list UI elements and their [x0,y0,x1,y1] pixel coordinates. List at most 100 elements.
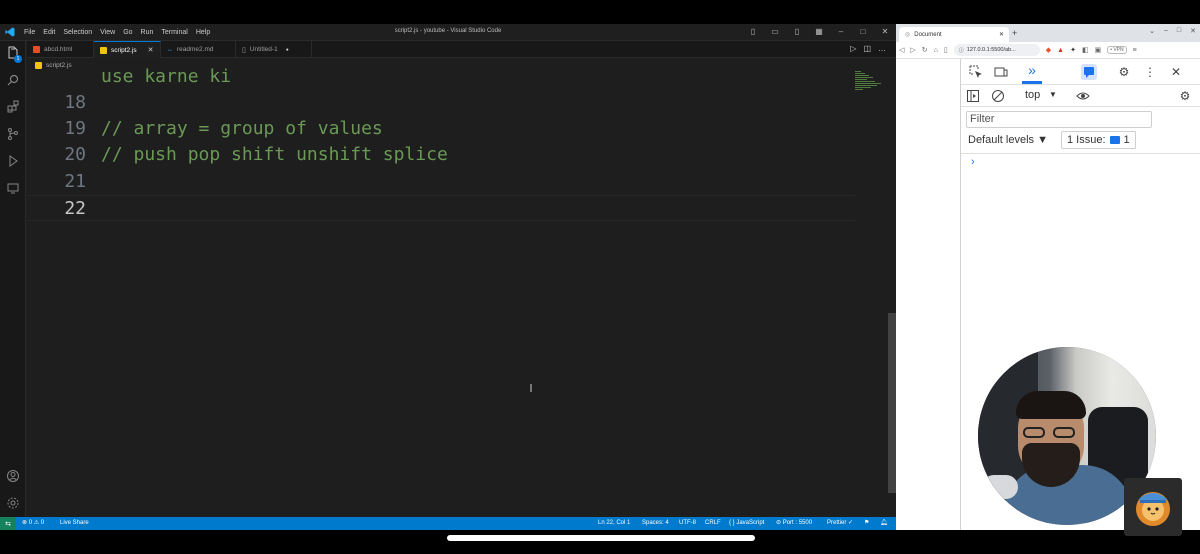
customize-layout-icon[interactable]: ▦ [814,27,824,37]
search-icon[interactable] [6,73,20,87]
issues-count: 1 [1123,134,1130,146]
close-tab-icon[interactable]: ✕ [999,31,1004,38]
title-bar: File Edit Selection View Go Run Terminal… [0,24,896,41]
bookmark-icon[interactable]: ▯ [944,46,948,54]
devtools-more-icon[interactable]: ⋮ [1142,64,1158,80]
toggle-sidebar-icon[interactable]: ▯ [748,27,758,37]
toggle-panel-icon[interactable]: ▭ [770,27,780,37]
feedback-icon[interactable]: ⚑ [864,520,869,527]
code-editor[interactable]: use karne ki 18 19 // array = group of v… [27,66,896,517]
brave-shield-icon[interactable]: ◆ [1046,46,1051,54]
browser-tab-document[interactable]: ◎ Document ✕ [899,27,1009,42]
close-icon[interactable]: ✕ [1190,27,1196,35]
source-control-icon[interactable] [6,127,20,141]
tab-label: readme2.md [177,46,214,53]
browser-toolbar: ◁ ▷ ↻ ⌂ ▯ ⓘ 127.0.0.1:5500/ab... ◆ ▲ ✦ ◧… [896,42,1200,59]
minimize-icon[interactable]: – [1164,27,1168,35]
forward-icon[interactable]: ▷ [910,46,915,54]
url-text: 127.0.0.1:5500/ab... [966,47,1016,53]
menu-icon[interactable]: ≡ [1133,47,1137,54]
markdown-file-icon: ↔ [167,46,173,53]
wallet-icon[interactable]: ▣ [1095,46,1102,54]
account-icon[interactable] [6,469,20,483]
window-controls: ▯ ▭ ▯ ▦ – □ ✕ [748,27,890,37]
console-settings-icon[interactable]: ⚙ [1177,88,1193,104]
clear-console-icon[interactable] [990,88,1006,104]
settings-gear-icon[interactable] [6,496,20,510]
close-icon[interactable]: ✕ [880,27,890,37]
remote-indicator-icon[interactable]: ⇆ [0,517,16,530]
live-server-port[interactable]: ⊘ Port : 5500 [776,520,812,527]
editor-scrollbar[interactable] [888,313,896,493]
tab-close-icon[interactable]: ✕ [148,46,154,54]
tab-search-icon[interactable]: ⌄ [1149,27,1155,35]
editor-actions: ▷ ◫ … [850,44,886,53]
console-filter-input[interactable]: Filter [966,111,1152,128]
extensions-icon[interactable] [6,100,20,114]
live-share-status[interactable]: Live Share [60,520,89,527]
remote-explorer-icon[interactable] [6,181,20,195]
extensions-icon[interactable]: ✦ [1070,46,1076,54]
vpn-button[interactable]: • VPN [1107,46,1127,54]
new-tab-icon[interactable]: + [1012,28,1017,38]
inspect-element-icon[interactable] [968,64,984,80]
more-actions-icon[interactable]: … [878,44,886,53]
problems-status[interactable]: ⊗ 0 ⚠ 0 [22,520,44,527]
line-number: 19 [64,118,86,139]
unsaved-dot-icon[interactable]: ● [286,47,289,53]
prettier-status[interactable]: Prettier ✓ [827,520,853,527]
console-messages-icon[interactable] [1081,64,1097,80]
live-expression-eye-icon[interactable] [1075,88,1091,104]
reload-icon[interactable]: ↻ [922,46,928,54]
toggle-secondary-sidebar-icon[interactable]: ▯ [792,27,802,37]
explorer-badge: 1 [14,55,22,63]
site-info-icon[interactable]: ⓘ [959,47,964,54]
vscode-window: File Edit Selection View Go Run Terminal… [0,24,896,530]
back-icon[interactable]: ◁ [899,46,904,54]
tab-script2-js[interactable]: script2.js ✕ [94,41,161,58]
address-bar[interactable]: ⓘ 127.0.0.1:5500/ab... [953,44,1040,56]
maximize-icon[interactable]: □ [1177,27,1181,35]
close-devtools-icon[interactable]: ✕ [1168,64,1184,80]
code-line: 19 // array = group of values [27,116,855,142]
mouse-cursor [530,384,532,392]
code-line: 20 // push pop shift unshift splice [27,142,855,168]
rewards-icon[interactable]: ▲ [1057,47,1064,54]
minimize-icon[interactable]: – [836,27,846,37]
sidebar-icon[interactable]: ◧ [1082,46,1089,54]
more-panels-icon[interactable]: » [1024,62,1040,78]
context-selector[interactable]: top [1025,89,1040,101]
console-sidebar-icon[interactable] [965,88,981,104]
home-icon[interactable]: ⌂ [934,47,938,54]
indentation-status[interactable]: Spaces: 4 [642,520,669,527]
issue-message-icon [1109,136,1120,144]
cursor-position[interactable]: Ln 22, Col 1 [598,520,630,527]
run-file-icon[interactable]: ▷ [850,44,856,53]
globe-icon: ◎ [905,32,911,38]
devtools-settings-icon[interactable]: ⚙ [1116,64,1132,80]
encoding-status[interactable]: UTF-8 [679,520,696,527]
minimap[interactable] [855,71,885,101]
line-number: 21 [64,171,86,192]
tab-readme2-md[interactable]: ↔ readme2.md [161,41,236,58]
home-indicator [447,535,755,541]
console-prompt[interactable]: › [971,156,975,168]
device-toolbar-icon[interactable] [993,64,1009,80]
tab-abcd-html[interactable]: abcd.html [27,41,94,58]
eol-status[interactable]: CRLF [705,520,721,527]
lion-mascot-logo [1124,478,1182,536]
issues-button[interactable]: 1 Issue: 1 [1061,131,1136,149]
run-debug-icon[interactable] [6,154,20,168]
notifications-bell-icon[interactable]: 🔔︎ [880,520,888,527]
language-mode[interactable]: { } JavaScript [729,520,764,527]
browser-tab-bar: ◎ Document ✕ + ⌄ – □ ✕ [896,24,1200,42]
editor-tabs: abcd.html script2.js ✕ ↔ readme2.md ▯ Un… [27,41,896,58]
log-levels-dropdown[interactable]: Default levels ▼ [968,134,1048,146]
tab-untitled-1[interactable]: ▯ Untitled-1 ● [236,41,312,58]
active-panel-indicator [1022,81,1042,84]
maximize-icon[interactable]: □ [858,27,868,37]
split-editor-icon[interactable]: ◫ [863,44,871,53]
page-viewport [896,59,961,530]
code-line: 18 [27,90,855,116]
dropdown-arrow-icon[interactable]: ▼ [1049,90,1057,99]
